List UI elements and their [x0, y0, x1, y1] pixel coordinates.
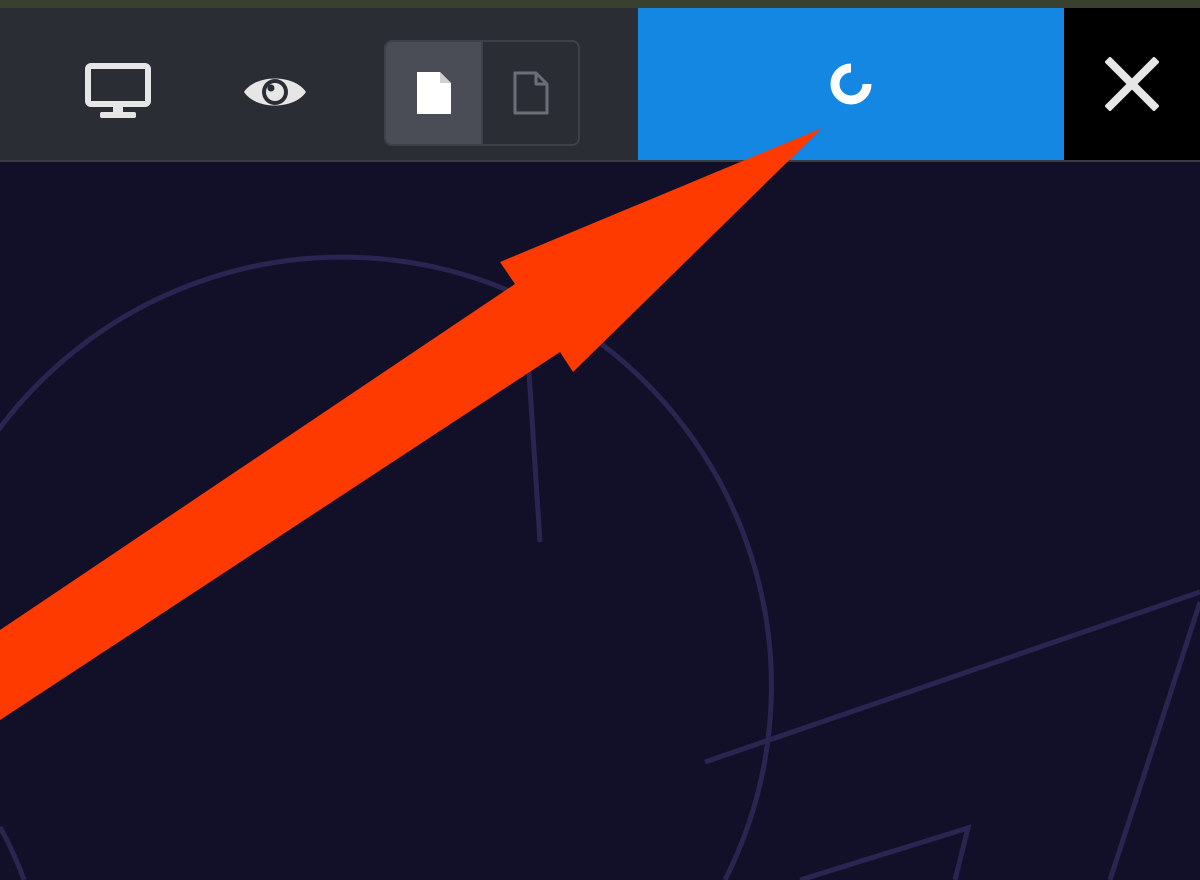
page-view-option-outline[interactable] — [481, 42, 578, 144]
close-icon — [1105, 57, 1159, 111]
decorative-line-vertical — [525, 356, 543, 543]
document-filled-icon — [416, 72, 451, 114]
page-view-toggle — [384, 40, 580, 146]
decorative-circle — [0, 254, 774, 880]
eye-icon — [244, 78, 306, 106]
page-view-option-filled[interactable] — [386, 42, 481, 144]
editor-screen — [0, 0, 1200, 880]
desktop-view-button[interactable] — [78, 54, 158, 130]
decorative-arc-bottom-left — [0, 825, 27, 880]
decorative-line-right — [1107, 601, 1200, 880]
monitor-icon — [85, 63, 151, 118]
loading-spinner-icon — [830, 63, 872, 105]
decorative-triangle — [799, 824, 972, 880]
decorative-diagonal-line — [704, 589, 1200, 765]
preview-button[interactable] — [236, 58, 314, 126]
publish-button[interactable] — [638, 8, 1064, 160]
canvas-background-decoration — [0, 254, 1200, 880]
window-top-strip — [0, 0, 1200, 8]
close-button[interactable] — [1064, 8, 1200, 160]
editor-toolbar — [0, 8, 1200, 160]
document-outline-icon — [513, 71, 548, 115]
